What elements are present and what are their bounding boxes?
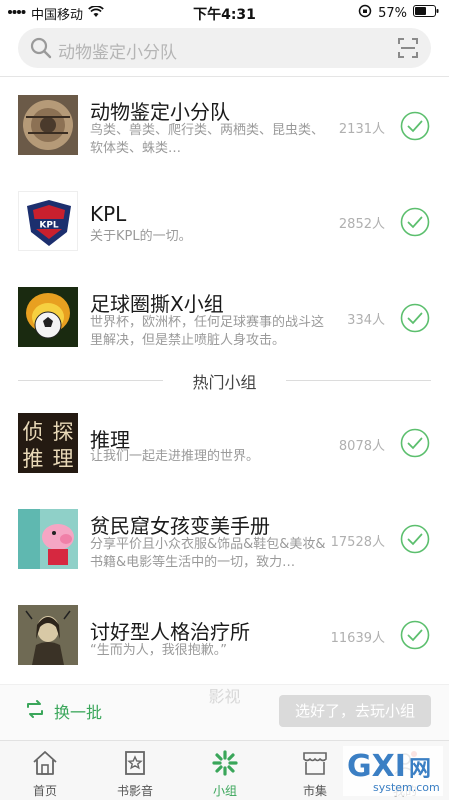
group-item[interactable]: 侦 探 推 理 推理 让我们一起走进推理的世界。 8078人 xyxy=(0,398,449,488)
shuffle-label: 换一批 xyxy=(54,703,103,722)
svg-text:system.com: system.com xyxy=(373,781,440,794)
tab-label: 小组 xyxy=(212,784,237,798)
tab-label: 首页 xyxy=(32,784,57,798)
group-avatar: KPL xyxy=(18,191,78,251)
search-input[interactable]: 动物鉴定小分队 xyxy=(58,38,177,63)
tab-home[interactable]: 首页 xyxy=(0,741,90,800)
avatar-char: 探 xyxy=(53,420,74,444)
member-count: 334人 xyxy=(347,313,385,328)
member-count: 8078人 xyxy=(338,439,385,454)
group-desc: 鸟类、兽类、爬行类、两栖类、昆虫类、软体类、蛛类… xyxy=(90,123,325,156)
group-desc: “生而为人，我很抱歉。” xyxy=(90,643,227,658)
check-icon[interactable] xyxy=(400,303,430,333)
status-bar: 中国移动 下午4:31 57% xyxy=(0,0,449,24)
svg-text:KPL: KPL xyxy=(39,221,59,231)
group-item[interactable]: 贫民窟女孩变美手册 分享平价且小众衣服&饰品&鞋包&美妆&书籍&电影等生活中的一… xyxy=(0,496,449,586)
member-count: 11639人 xyxy=(330,631,385,646)
group-icon xyxy=(212,750,238,776)
scan-icon[interactable] xyxy=(397,37,419,63)
go-play-groups-button[interactable]: 选好了，去玩小组 xyxy=(279,695,431,727)
site-watermark: GXI 网 system.com xyxy=(343,746,443,796)
group-desc: 世界杯，欧洲杯，任何足球赛事的战斗这里解决，但是禁止喷脏人身攻击。 xyxy=(90,315,325,348)
bottom-action-bar: 影视 换一批 选好了，去玩小组 xyxy=(0,684,449,740)
group-title: 足球圈撕X小组 xyxy=(90,292,224,316)
group-title: KPL xyxy=(90,202,127,226)
battery-percent: 57% xyxy=(378,5,407,21)
tab-groups[interactable]: 小组 xyxy=(180,741,270,800)
shuffle-button[interactable]: 换一批 xyxy=(24,699,102,723)
svg-text:网: 网 xyxy=(409,757,431,782)
group-avatar xyxy=(18,509,78,569)
check-icon[interactable] xyxy=(400,620,430,650)
tab-label: 书影音 xyxy=(116,784,153,798)
refresh-icon xyxy=(24,699,46,723)
section-separator: 热门小组 xyxy=(18,368,431,392)
group-item[interactable]: 动物鉴定小分队 鸟类、兽类、爬行类、两栖类、昆虫类、软体类、蛛类… 2131人 xyxy=(0,82,449,172)
group-title: 讨好型人格治疗所 xyxy=(90,620,250,644)
header-divider xyxy=(0,76,449,77)
member-count: 2852人 xyxy=(338,217,385,232)
book-star-icon xyxy=(125,751,145,775)
group-desc: 让我们一起走进推理的世界。 xyxy=(90,449,260,464)
member-count: 2131人 xyxy=(338,122,385,137)
section-title: 热门小组 xyxy=(192,373,257,392)
group-title: 动物鉴定小分队 xyxy=(90,100,230,124)
search-icon xyxy=(30,37,52,63)
shop-icon xyxy=(303,752,327,775)
battery-icon xyxy=(413,5,439,21)
tab-books-movies-music[interactable]: 书影音 xyxy=(90,741,180,800)
rotation-lock-icon xyxy=(358,4,372,22)
check-icon[interactable] xyxy=(400,207,430,237)
group-avatar xyxy=(18,95,78,155)
group-item[interactable]: KPL KPL 关于KPL的一切。 2852人 xyxy=(0,178,449,268)
group-avatar: 侦 探 推 理 xyxy=(18,413,78,473)
home-icon xyxy=(33,751,57,775)
svg-text:GXI: GXI xyxy=(347,749,406,784)
group-item[interactable]: 讨好型人格治疗所 “生而为人，我很抱歉。” 11639人 xyxy=(0,592,449,682)
member-count: 17528人 xyxy=(330,535,385,550)
group-title: 贫民窟女孩变美手册 xyxy=(90,514,270,538)
group-avatar xyxy=(18,287,78,347)
check-icon[interactable] xyxy=(400,111,430,141)
avatar-char: 侦 xyxy=(23,420,44,444)
search-bar[interactable]: 动物鉴定小分队 xyxy=(18,28,431,68)
group-avatar xyxy=(18,605,78,665)
group-desc: 关于KPL的一切。 xyxy=(90,229,192,244)
check-icon[interactable] xyxy=(400,428,430,458)
avatar-char: 推 xyxy=(23,447,44,471)
avatar-char: 理 xyxy=(53,447,74,471)
group-desc: 分享平价且小众衣服&饰品&鞋包&美妆&书籍&电影等生活中的一切，致力… xyxy=(90,537,326,570)
group-item[interactable]: 足球圈撕X小组 世界杯，欧洲杯，任何足球赛事的战斗这里解决，但是禁止喷脏人身攻击… xyxy=(0,274,449,364)
section-line-right xyxy=(286,380,431,381)
status-right: 57% xyxy=(358,4,439,22)
check-icon[interactable] xyxy=(400,524,430,554)
